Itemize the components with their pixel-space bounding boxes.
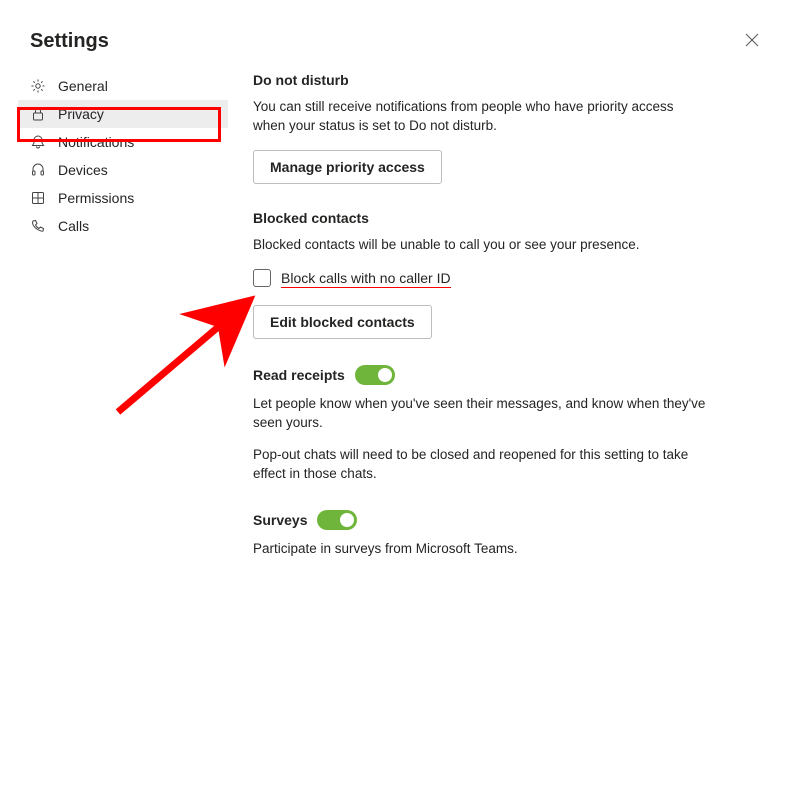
close-button[interactable] — [737, 28, 767, 54]
headset-icon — [30, 162, 46, 178]
sidebar-item-privacy[interactable]: Privacy — [18, 100, 228, 128]
page-title: Settings — [30, 30, 109, 53]
sidebar-item-label: Permissions — [58, 190, 134, 206]
sidebar-item-calls[interactable]: Calls — [18, 212, 228, 240]
block-no-caller-id-row: Block calls with no caller ID — [253, 269, 709, 287]
section-surveys: Surveys Participate in surveys from Micr… — [253, 510, 709, 559]
gear-icon — [30, 78, 46, 94]
surveys-toggle[interactable] — [317, 510, 357, 530]
blocked-heading: Blocked contacts — [253, 210, 709, 226]
read-receipts-heading: Read receipts — [253, 367, 345, 383]
read-receipts-toggle[interactable] — [355, 365, 395, 385]
section-do-not-disturb: Do not disturb You can still receive not… — [253, 72, 709, 184]
sidebar-item-notifications[interactable]: Notifications — [18, 128, 228, 156]
close-icon — [745, 31, 759, 51]
sidebar: General Privacy Notifications — [18, 72, 228, 585]
sidebar-item-label: Calls — [58, 218, 89, 234]
read-receipts-description-2: Pop-out chats will need to be closed and… — [253, 446, 709, 484]
sidebar-item-label: Notifications — [58, 134, 134, 150]
dnd-description: You can still receive notifications from… — [253, 98, 709, 136]
manage-priority-access-button[interactable]: Manage priority access — [253, 150, 442, 184]
phone-icon — [30, 218, 46, 234]
sidebar-item-label: Devices — [58, 162, 108, 178]
blocked-description: Blocked contacts will be unable to call … — [253, 236, 709, 255]
read-receipts-description-1: Let people know when you've seen their m… — [253, 395, 709, 433]
sidebar-item-label: General — [58, 78, 108, 94]
content-panel: Do not disturb You can still receive not… — [228, 72, 779, 585]
dnd-heading: Do not disturb — [253, 72, 709, 88]
section-read-receipts: Read receipts Let people know when you'v… — [253, 365, 709, 485]
sidebar-item-permissions[interactable]: Permissions — [18, 184, 228, 212]
block-no-caller-id-checkbox[interactable] — [253, 269, 271, 287]
sidebar-item-label: Privacy — [58, 106, 104, 122]
package-icon — [30, 190, 46, 206]
surveys-description: Participate in surveys from Microsoft Te… — [253, 540, 709, 559]
block-no-caller-id-label[interactable]: Block calls with no caller ID — [281, 270, 451, 286]
bell-icon — [30, 134, 46, 150]
section-blocked-contacts: Blocked contacts Blocked contacts will b… — [253, 210, 709, 339]
edit-blocked-contacts-button[interactable]: Edit blocked contacts — [253, 305, 432, 339]
sidebar-item-devices[interactable]: Devices — [18, 156, 228, 184]
surveys-heading: Surveys — [253, 512, 307, 528]
sidebar-item-general[interactable]: General — [18, 72, 228, 100]
lock-icon — [30, 106, 46, 122]
